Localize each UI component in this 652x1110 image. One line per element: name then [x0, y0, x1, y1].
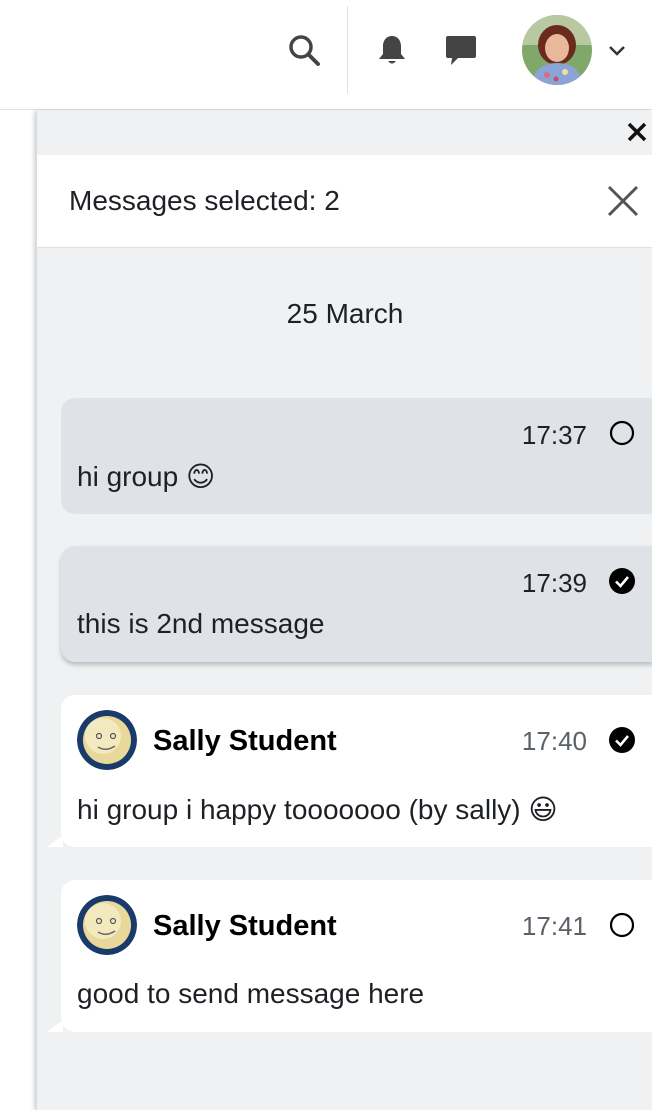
message-text: hi group i happy tooooooo (by sally) 😃	[77, 794, 558, 825]
close-icon[interactable]	[605, 183, 641, 219]
sender-avatar[interactable]	[77, 895, 137, 955]
search-icon[interactable]	[284, 30, 324, 70]
bell-icon[interactable]	[372, 30, 412, 70]
sender-name: Sally Student	[153, 725, 337, 757]
chevron-down-icon[interactable]	[604, 38, 630, 64]
message-text: good to send message here	[77, 978, 425, 1009]
check-circle-icon[interactable]	[609, 568, 635, 594]
bubble-tail	[47, 835, 63, 847]
message-time: 17:37	[521, 420, 587, 450]
message-time: 17:39	[521, 568, 587, 598]
message-time: 17:40	[521, 726, 587, 756]
unselected-circle-icon[interactable]	[609, 912, 635, 938]
message-item[interactable]: Sally Student 17:41 good to send message…	[47, 880, 652, 1032]
sender-avatar[interactable]	[77, 710, 137, 770]
message-time: 17:41	[521, 911, 587, 941]
user-avatar[interactable]	[522, 15, 592, 85]
check-circle-icon[interactable]	[609, 727, 635, 753]
message-text: hi group 😊	[77, 461, 216, 492]
navbar-divider	[347, 6, 348, 94]
message-item[interactable]: Sally Student 17:40 hi group i happy too…	[47, 695, 652, 847]
top-navbar	[0, 0, 652, 110]
message-drawer: Messages selected: 2 25 March 17:37 hi g…	[36, 111, 652, 1110]
message-text: this is 2nd message	[77, 608, 325, 639]
bubble-tail	[47, 1020, 63, 1032]
date-separator: 25 March	[286, 298, 404, 329]
unselected-circle-icon[interactable]	[609, 420, 635, 446]
sender-name: Sally Student	[153, 910, 337, 942]
chat-bubble-icon[interactable]	[441, 30, 481, 70]
page-content-edge	[0, 111, 36, 1110]
selection-header: Messages selected: 2	[37, 155, 652, 248]
message-item[interactable]: 17:39 this is 2nd message	[61, 546, 652, 662]
close-icon[interactable]	[622, 117, 652, 147]
message-item[interactable]: 17:37 hi group 😊	[61, 398, 652, 514]
selection-count-text: Messages selected: 2	[69, 185, 340, 216]
